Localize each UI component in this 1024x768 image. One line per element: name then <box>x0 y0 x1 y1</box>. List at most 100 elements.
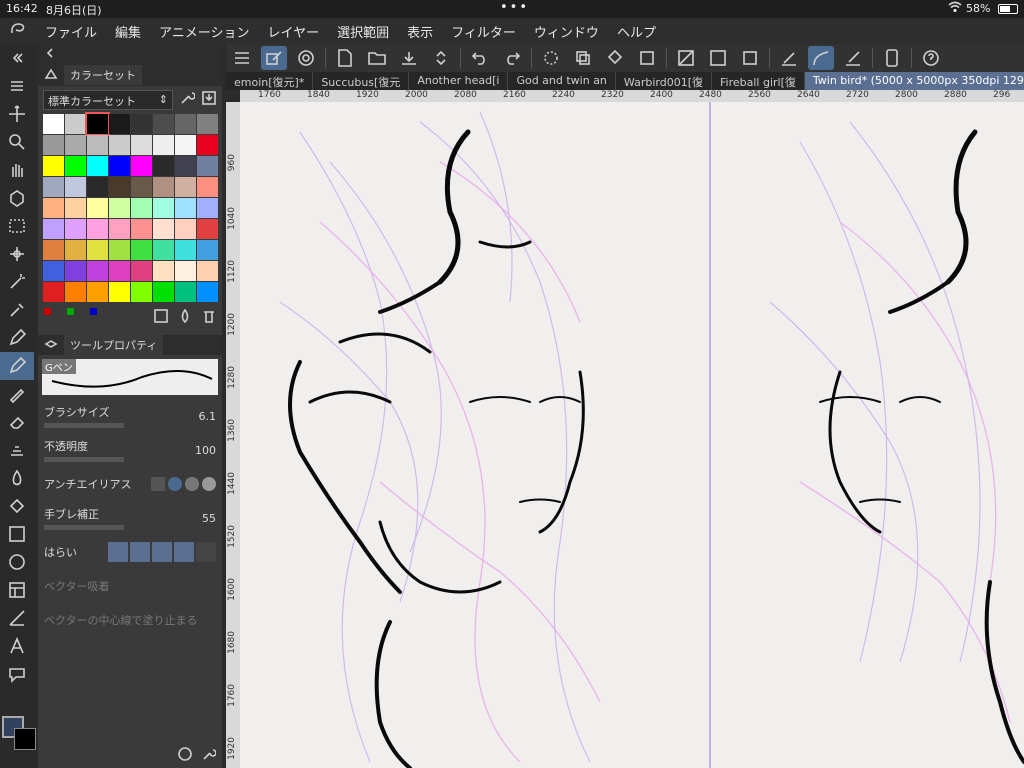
color-swatch[interactable] <box>43 261 64 281</box>
open-folder-icon[interactable] <box>364 46 390 70</box>
stabilizer-row[interactable]: 手ブレ補正 55 <box>38 501 222 535</box>
color-swatch[interactable] <box>175 114 196 134</box>
text-tool-icon[interactable] <box>0 632 34 660</box>
palette-tab-icon[interactable] <box>44 67 58 83</box>
copy-icon[interactable] <box>570 46 596 70</box>
color-swatch[interactable] <box>87 135 108 155</box>
antialias-options[interactable] <box>151 477 216 491</box>
color-swatch[interactable] <box>43 135 64 155</box>
color-swatch[interactable] <box>197 261 218 281</box>
color-swatch[interactable] <box>65 240 86 260</box>
auto-select-icon[interactable] <box>0 240 34 268</box>
pen-ruler-icon[interactable] <box>776 46 802 70</box>
color-swatch[interactable] <box>175 261 196 281</box>
tab-document-6[interactable]: Fireball girl[復 <box>712 72 805 90</box>
color-swatch[interactable] <box>197 135 218 155</box>
color-swatch[interactable] <box>153 240 174 260</box>
color-swatch[interactable] <box>65 261 86 281</box>
color-swatch[interactable] <box>65 156 86 176</box>
selection-tool-icon[interactable] <box>0 212 34 240</box>
color-swatch[interactable] <box>197 240 218 260</box>
color-swatch[interactable] <box>109 177 130 197</box>
color-swatch[interactable] <box>109 114 130 134</box>
color-swatch[interactable] <box>197 114 218 134</box>
brush-size-slider[interactable] <box>44 423 124 428</box>
color-swatch[interactable] <box>109 282 130 302</box>
add-color-icon[interactable] <box>154 308 168 327</box>
move-tool-icon[interactable] <box>0 100 34 128</box>
color-swatch[interactable] <box>175 177 196 197</box>
color-swatch[interactable] <box>131 114 152 134</box>
color-swatch[interactable] <box>87 177 108 197</box>
color-swatch[interactable] <box>131 240 152 260</box>
layer-mode-icon[interactable] <box>261 46 287 70</box>
magic-wand-icon[interactable] <box>0 268 34 296</box>
color-swatch[interactable] <box>131 198 152 218</box>
fill-bucket-icon[interactable] <box>602 46 628 70</box>
opacity-row[interactable]: 不透明度 100 <box>38 433 222 467</box>
object-tool-icon[interactable] <box>0 184 34 212</box>
color-swatch[interactable] <box>43 219 64 239</box>
color-swatch[interactable] <box>153 114 174 134</box>
stroke-icon[interactable] <box>808 46 834 70</box>
color-swatch[interactable] <box>43 240 64 260</box>
color-swatch[interactable] <box>109 198 130 218</box>
balloon-tool-icon[interactable] <box>0 660 34 688</box>
antialias-medium[interactable] <box>185 477 199 491</box>
menu-file[interactable]: ファイル <box>36 22 106 41</box>
eraser-tool-icon[interactable] <box>0 408 34 436</box>
gradient-tool-icon[interactable] <box>0 520 34 548</box>
color-swatch[interactable] <box>197 177 218 197</box>
brush-size-value[interactable]: 6.1 <box>199 410 217 423</box>
menu-window[interactable]: ウィンドウ <box>525 22 608 41</box>
color-swatch[interactable] <box>175 240 196 260</box>
color-swatch[interactable] <box>131 156 152 176</box>
color-swatch[interactable] <box>197 156 218 176</box>
color-swatch[interactable] <box>175 156 196 176</box>
pen-line-icon[interactable] <box>840 46 866 70</box>
color-swatch[interactable] <box>153 219 174 239</box>
tab-document-2[interactable]: Succubus[復元 <box>313 72 410 90</box>
clock-icon[interactable] <box>178 746 192 765</box>
collapse-panel-icon[interactable] <box>0 44 34 72</box>
color-swatch[interactable] <box>87 198 108 218</box>
help-icon[interactable] <box>918 46 944 70</box>
transform-icon[interactable] <box>634 46 660 70</box>
spiral-icon[interactable] <box>293 46 319 70</box>
save-icon[interactable] <box>396 46 422 70</box>
frame-icon[interactable] <box>737 46 763 70</box>
menu-filter[interactable]: フィルター <box>442 22 525 41</box>
color-swatch[interactable] <box>109 156 130 176</box>
menu-selection[interactable]: 選択範囲 <box>328 22 398 41</box>
chevron-updown-icon[interactable] <box>428 46 454 70</box>
color-swatch[interactable] <box>65 114 86 134</box>
multitask-dots-icon[interactable]: ••• <box>500 0 529 15</box>
menu-layer[interactable]: レイヤー <box>259 22 329 41</box>
color-swatch[interactable] <box>131 282 152 302</box>
color-swatch[interactable] <box>131 261 152 281</box>
clear-icon[interactable] <box>673 46 699 70</box>
menu-animation[interactable]: アニメーション <box>150 22 258 41</box>
color-swatch[interactable] <box>109 219 130 239</box>
eyedropper-icon[interactable] <box>0 296 34 324</box>
drop-icon[interactable] <box>178 308 192 327</box>
brush-size-row[interactable]: ブラシサイズ 6.1 <box>38 399 222 433</box>
g-pen-tool-icon[interactable] <box>0 352 34 380</box>
antialias-strong[interactable] <box>202 477 216 491</box>
color-swatch[interactable] <box>43 156 64 176</box>
color-swatch[interactable] <box>153 261 174 281</box>
stabilizer-value[interactable]: 55 <box>202 512 216 525</box>
color-swatch[interactable] <box>65 219 86 239</box>
import-icon[interactable] <box>201 90 217 110</box>
menu-help[interactable]: ヘルプ <box>608 22 665 41</box>
color-swatch[interactable] <box>175 135 196 155</box>
sub-color-swatch[interactable] <box>14 728 36 750</box>
color-swatch[interactable] <box>85 112 110 136</box>
wrench-icon[interactable] <box>179 90 196 110</box>
layers-tab-icon[interactable] <box>44 338 58 353</box>
zoom-tool-icon[interactable] <box>0 128 34 156</box>
color-swatch[interactable] <box>175 198 196 218</box>
color-swatch[interactable] <box>87 261 108 281</box>
hand-tool-icon[interactable] <box>0 156 34 184</box>
color-swatch[interactable] <box>175 219 196 239</box>
